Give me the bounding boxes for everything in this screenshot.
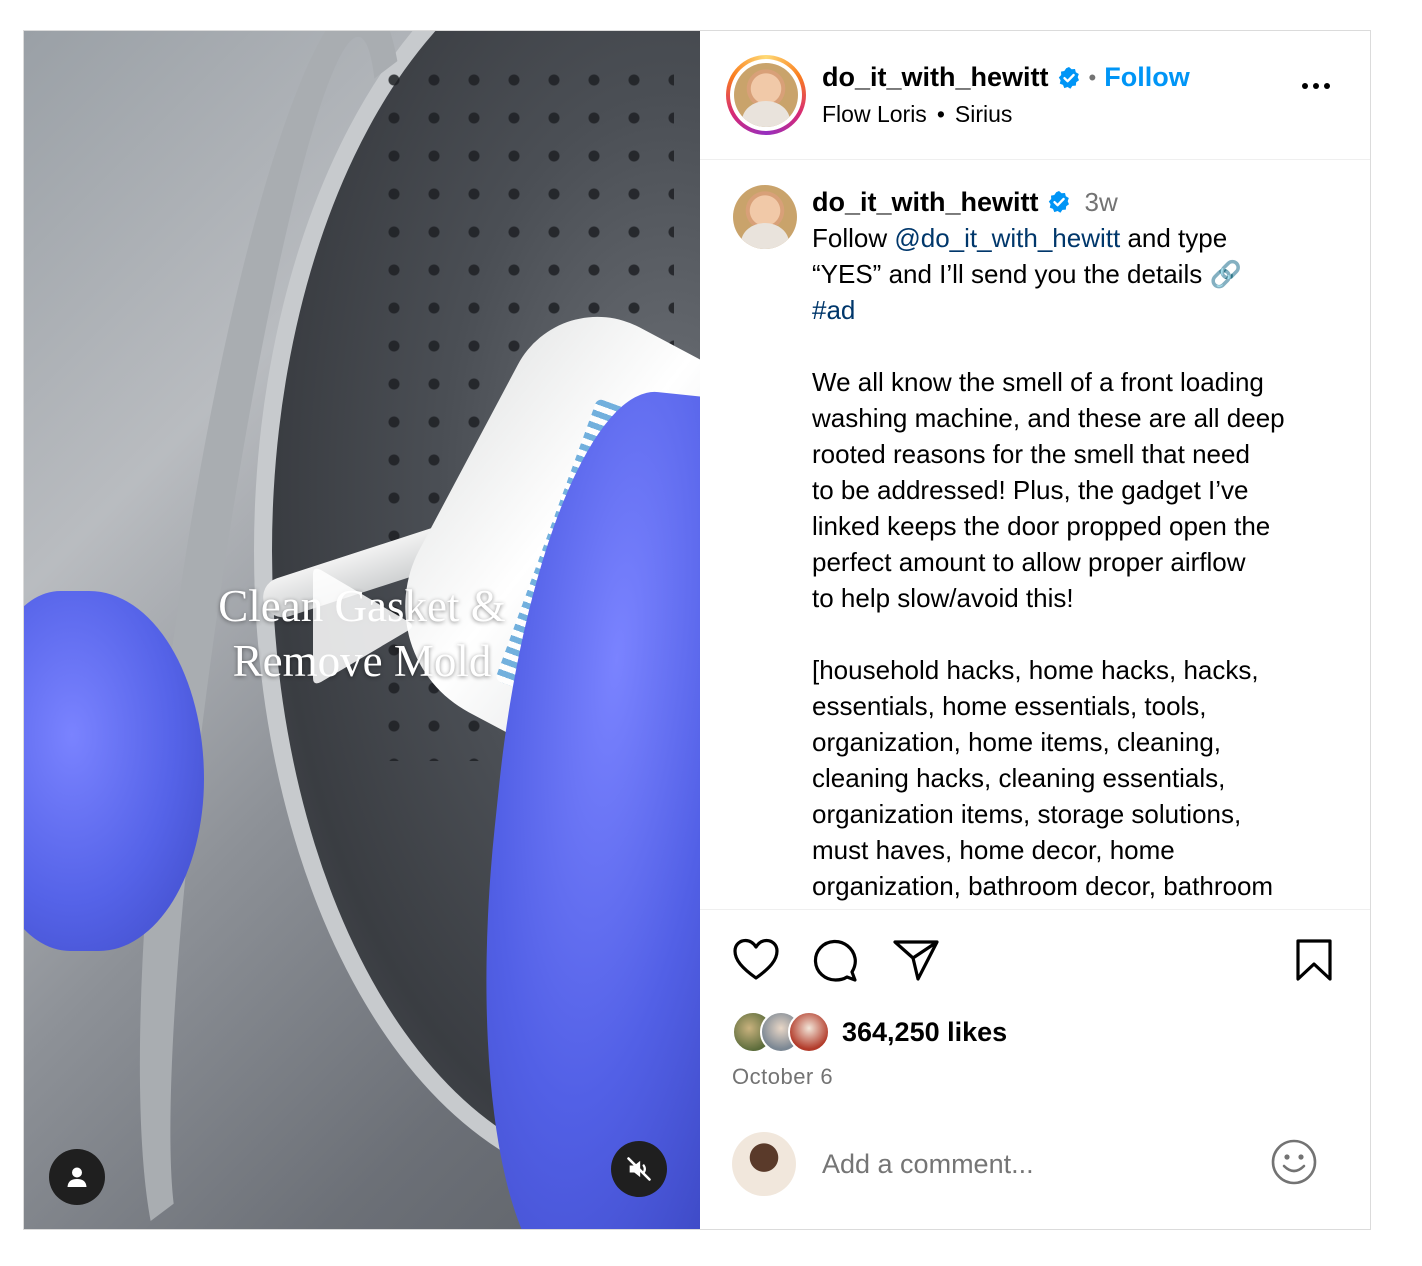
post-time-ago[interactable]: 3w — [1085, 184, 1118, 220]
play-icon[interactable] — [307, 562, 417, 690]
likes-count[interactable]: 364,250 likes — [842, 1017, 1007, 1048]
caption-text-line: [household hacks, home hacks, hacks, — [812, 655, 1259, 685]
caption-text-line: organization, bathroom decor, bathroom — [812, 871, 1274, 901]
caption-paragraph-2: We all know the smell of a front loading… — [812, 364, 1352, 616]
speaker-muted-icon[interactable] — [611, 1141, 667, 1197]
send-icon[interactable] — [892, 938, 940, 987]
liker-avatars[interactable] — [732, 1011, 830, 1053]
audio-info[interactable]: Flow Loris • Sirius — [822, 101, 1190, 128]
audio-track[interactable]: Sirius — [955, 101, 1013, 128]
caption-mention[interactable]: @do_it_with_hewitt — [894, 223, 1120, 253]
author-username[interactable]: do_it_with_hewitt — [822, 62, 1049, 93]
verified-badge-icon — [1047, 190, 1071, 214]
caption-area: do_it_with_hewitt 3w Follow @do_it_with_… — [700, 160, 1370, 910]
post-card: Clean Gasket & Remove Mold do_it_with_he… — [23, 30, 1371, 1230]
author-avatar[interactable] — [726, 55, 806, 135]
caption-line-2: “YES” and I’ll send you the details 🔗 — [812, 259, 1242, 289]
follow-button[interactable]: Follow — [1104, 62, 1189, 93]
header-text: do_it_with_hewitt • Follow Flow Loris • … — [822, 62, 1190, 128]
bookmark-icon[interactable] — [1294, 938, 1334, 987]
caption-author-avatar[interactable] — [733, 185, 797, 249]
caption-text-line: cleaning hacks, cleaning essentials, — [812, 763, 1226, 793]
caption-username[interactable]: do_it_with_hewitt — [812, 184, 1039, 220]
avatar — [788, 1011, 830, 1053]
emoji-smile-icon[interactable] — [1270, 1138, 1318, 1191]
comment-icon[interactable] — [812, 938, 858, 989]
person-icon[interactable] — [49, 1149, 105, 1205]
audio-artist[interactable]: Flow Loris — [822, 101, 927, 128]
comment-input[interactable] — [822, 1148, 1252, 1180]
caption-text-line: rooted reasons for the smell that need — [812, 439, 1250, 469]
audio-separator: • — [936, 101, 945, 127]
post-header: do_it_with_hewitt • Follow Flow Loris • … — [700, 31, 1370, 160]
caption-text-line: to be addressed! Plus, the gadget I’ve — [812, 475, 1249, 505]
caption-text-line: to help slow/avoid this! — [812, 583, 1074, 613]
caption-text-line: linked keeps the door propped open the — [812, 511, 1271, 541]
caption-text-line: organization, home items, cleaning, — [812, 727, 1222, 757]
video-player[interactable]: Clean Gasket & Remove Mold — [24, 31, 700, 1229]
heart-icon[interactable] — [732, 938, 780, 987]
header-separator: • — [1088, 64, 1097, 90]
current-user-avatar — [732, 1132, 796, 1196]
caption-line-1: Follow @do_it_with_hewitt and type — [812, 223, 1228, 253]
caption-text-line: perfect amount to allow proper airflow — [812, 547, 1246, 577]
caption-body: do_it_with_hewitt 3w Follow @do_it_with_… — [812, 184, 1352, 904]
caption-text-line: organization items, storage solutions, — [812, 799, 1242, 829]
caption-text-line: washing machine, and these are all deep — [812, 403, 1285, 433]
caption-paragraph-3: [household hacks, home hacks, hacks, ess… — [812, 652, 1352, 904]
verified-badge-icon — [1057, 66, 1081, 90]
caption-text-line: must haves, home decor, home — [812, 835, 1175, 865]
comment-box — [699, 1100, 1369, 1228]
more-options-icon[interactable] — [1302, 83, 1330, 89]
caption-text-line: We all know the smell of a front loading — [812, 367, 1264, 397]
caption-hashtag[interactable]: #ad — [812, 292, 1352, 328]
caption-text-line: essentials, home essentials, tools, — [812, 691, 1207, 721]
likes-row: 364,250 likes — [700, 1010, 1370, 1054]
post-side-panel: do_it_with_hewitt • Follow Flow Loris • … — [700, 31, 1370, 1229]
post-date[interactable]: October 6 — [700, 1064, 1370, 1090]
action-bar — [700, 910, 1370, 1010]
author-avatar-image — [734, 63, 798, 127]
